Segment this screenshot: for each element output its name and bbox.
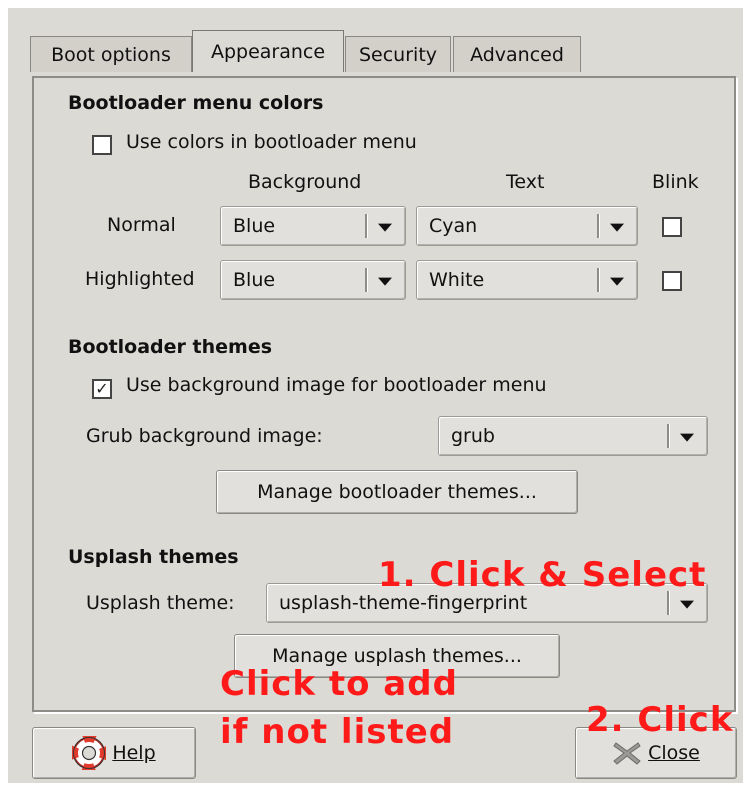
tab-boot-options[interactable]: Boot options	[30, 36, 192, 72]
close-x-icon	[613, 742, 641, 765]
dialog: Boot options Appearance Security Advance…	[8, 8, 743, 783]
normal-text-combo[interactable]: Cyan	[416, 206, 638, 246]
grub-background-value: grub	[451, 425, 495, 447]
normal-background-value: Blue	[233, 215, 276, 237]
use-colors-checkbox[interactable]	[92, 135, 112, 155]
annotation-click-select: 1. Click & Select	[378, 555, 707, 595]
help-button[interactable]: Help	[32, 727, 196, 779]
highlighted-text-value: White	[429, 269, 485, 291]
use-colors-label: Use colors in bootloader menu	[126, 131, 417, 153]
checkmark-icon: ✓	[95, 379, 109, 398]
column-header-blink: Blink	[652, 171, 699, 193]
use-background-image-checkbox[interactable]: ✓	[92, 379, 112, 399]
normal-text-value: Cyan	[429, 215, 478, 237]
annotation-if-not-listed: if not listed	[220, 712, 455, 752]
grub-background-label: Grub background image:	[86, 425, 323, 447]
chevron-down-icon	[610, 277, 624, 286]
tab-appearance[interactable]: Appearance	[192, 30, 344, 72]
row-label-highlighted: Highlighted	[85, 268, 195, 290]
highlighted-blink-checkbox[interactable]	[662, 271, 682, 291]
close-label: Close	[648, 742, 700, 764]
window: Boot options Appearance Security Advance…	[0, 0, 751, 791]
annotation-click-close: 2. Click	[586, 700, 734, 740]
tab-advanced[interactable]: Advanced	[453, 36, 581, 72]
highlighted-background-combo[interactable]: Blue	[220, 260, 406, 300]
annotation-click-add: Click to add	[220, 664, 458, 704]
highlighted-background-value: Blue	[233, 269, 276, 291]
normal-background-combo[interactable]: Blue	[220, 206, 406, 246]
grub-background-combo[interactable]: grub	[438, 416, 708, 456]
chevron-down-icon	[680, 433, 694, 442]
chevron-down-icon	[680, 600, 694, 609]
chevron-down-icon	[378, 277, 392, 286]
column-header-background: Background	[248, 171, 362, 193]
manage-bootloader-themes-button[interactable]: Manage bootloader themes...	[216, 470, 578, 514]
column-header-text: Text	[506, 171, 545, 193]
lifebuoy-icon	[72, 736, 107, 770]
section-menu-colors-title: Bootloader menu colors	[68, 92, 324, 114]
usplash-theme-label: Usplash theme:	[86, 592, 235, 614]
usplash-theme-value: usplash-theme-fingerprint	[279, 592, 528, 614]
row-label-normal: Normal	[107, 214, 176, 236]
use-background-image-label: Use background image for bootloader menu	[126, 374, 547, 396]
help-label: Help	[112, 742, 156, 764]
normal-blink-checkbox[interactable]	[662, 217, 682, 237]
highlighted-text-combo[interactable]: White	[416, 260, 638, 300]
section-usplash-title: Usplash themes	[68, 546, 239, 568]
chevron-down-icon	[378, 223, 392, 232]
section-themes-title: Bootloader themes	[68, 336, 273, 358]
tab-security[interactable]: Security	[345, 36, 451, 72]
chevron-down-icon	[610, 223, 624, 232]
